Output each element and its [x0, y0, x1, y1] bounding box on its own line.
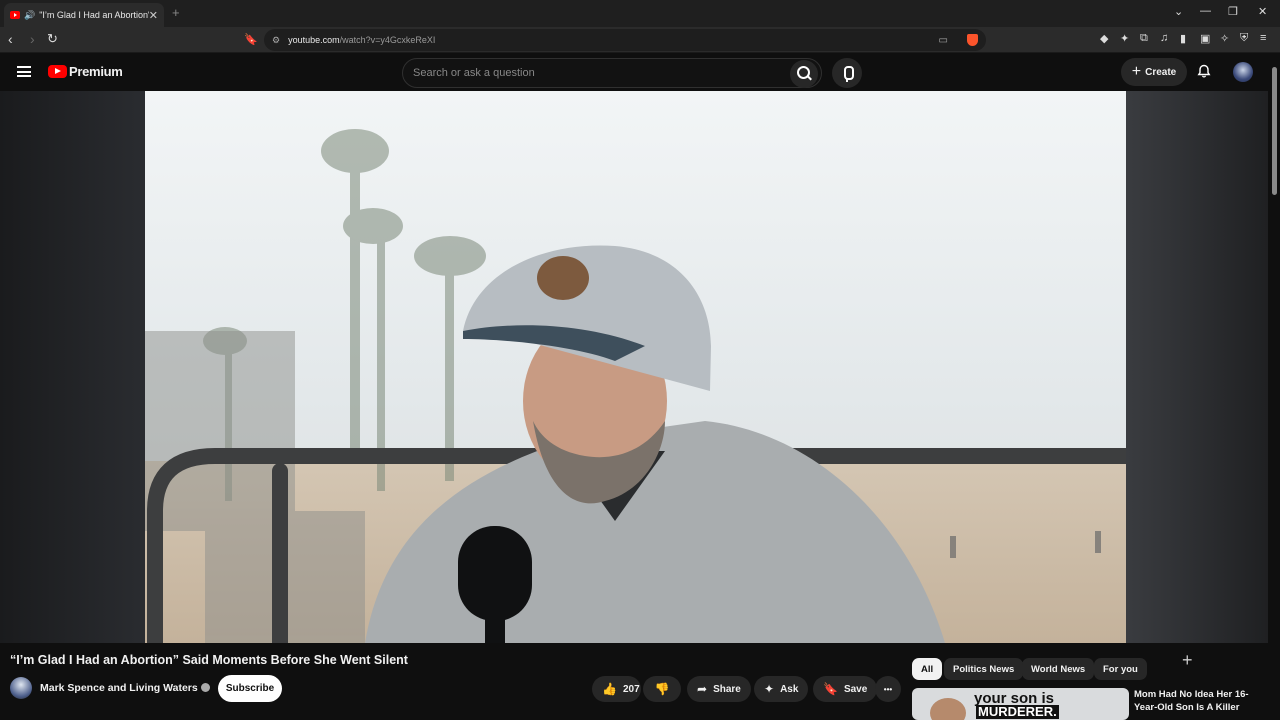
- more-actions-button[interactable]: •••: [875, 676, 901, 702]
- add-icon[interactable]: +: [1182, 650, 1193, 671]
- thumbnail-text-2: MURDERER.: [976, 704, 1059, 719]
- ask-button[interactable]: ✦ Ask: [754, 676, 809, 702]
- like-button[interactable]: 👍 207: [592, 676, 641, 702]
- thumbs-up-icon: 👍: [602, 682, 617, 696]
- dislike-button[interactable]: 👎: [643, 676, 681, 702]
- youtube-logo-icon[interactable]: [48, 65, 67, 78]
- reload-icon[interactable]: ↻: [47, 31, 58, 47]
- share-label: Share: [713, 683, 741, 695]
- recommended-thumbnail[interactable]: your son is MURDERER.: [912, 688, 1129, 720]
- bookmark-icon[interactable]: 🔖: [244, 33, 258, 46]
- sparkle-icon: ✦: [764, 682, 775, 696]
- audio-playing-icon[interactable]: 🔊: [24, 10, 35, 21]
- music-icon[interactable]: ♫: [1160, 32, 1168, 44]
- chip-world-news[interactable]: World News: [1022, 658, 1095, 680]
- cast-icon[interactable]: ▭: [939, 35, 948, 46]
- notifications-icon[interactable]: [1197, 64, 1211, 78]
- page-scrollbar[interactable]: [1270, 55, 1280, 720]
- site-info-icon[interactable]: ⚙: [272, 35, 280, 46]
- vpn-shield-icon[interactable]: ⛨: [1240, 32, 1248, 45]
- tab-close-icon[interactable]: ✕: [149, 9, 158, 22]
- url-path: /watch?v=y4GcxkeReXI: [339, 35, 436, 45]
- save-label: Save: [843, 683, 868, 695]
- wallet-icon[interactable]: ▣: [1200, 32, 1210, 45]
- bookmark-save-icon: 🔖: [823, 682, 838, 696]
- brand-label[interactable]: Premium: [69, 64, 123, 79]
- menu-icon[interactable]: ≡: [1260, 32, 1266, 44]
- like-count: 207: [622, 683, 640, 695]
- channel-avatar[interactable]: [10, 677, 32, 699]
- chip-politics-news[interactable]: Politics News: [944, 658, 1024, 680]
- account-avatar[interactable]: [1233, 62, 1253, 82]
- ambient-left: [0, 91, 145, 643]
- video-player[interactable]: [145, 91, 1126, 643]
- url-host: youtube.com: [288, 35, 340, 45]
- forward-icon[interactable]: ›: [30, 31, 35, 47]
- video-frame: [145, 91, 1126, 643]
- search-icon[interactable]: [790, 60, 818, 88]
- close-window-button[interactable]: ✕: [1258, 5, 1267, 18]
- thumbs-down-icon: 👎: [654, 682, 670, 696]
- recommended-title[interactable]: Mom Had No Idea Her 16-Year-Old Son Is A…: [1134, 688, 1264, 714]
- leo-ai-icon[interactable]: ✧: [1220, 32, 1229, 45]
- ambient-right: [1126, 91, 1268, 643]
- voice-search-icon[interactable]: [832, 58, 862, 88]
- browser-tab[interactable]: 🔊 "I’m Glad I Had an Abortion" ✕: [4, 3, 164, 27]
- brave-shield-icon[interactable]: [967, 34, 978, 46]
- ai-extension-icon[interactable]: ◆: [1100, 32, 1108, 45]
- extensions-icon[interactable]: ⧉: [1140, 32, 1148, 45]
- scrollbar-thumb[interactable]: [1272, 67, 1277, 195]
- tab-search-icon[interactable]: ⌄: [1174, 5, 1183, 18]
- create-button[interactable]: + Create: [1121, 58, 1187, 86]
- maximize-button[interactable]: ❐: [1228, 5, 1238, 18]
- share-icon: ➦: [697, 682, 708, 696]
- plus-icon: +: [1131, 63, 1142, 80]
- sidebar-icon[interactable]: ▮: [1180, 32, 1186, 45]
- guide-menu-icon[interactable]: [17, 66, 31, 77]
- search-input[interactable]: Search or ask a question: [402, 58, 822, 88]
- chip-all[interactable]: All: [912, 658, 943, 680]
- channel-name[interactable]: Mark Spence and Living Waters: [40, 682, 210, 694]
- youtube-header: Premium Search or ask a question + Creat…: [0, 53, 1280, 91]
- save-button[interactable]: 🔖 Save: [813, 676, 878, 702]
- address-bar[interactable]: ⚙ youtube.com/watch?v=y4GcxkeReXI ▭: [264, 29, 986, 51]
- youtube-favicon-icon: [10, 11, 20, 19]
- video-title: “I’m Glad I Had an Abortion” Said Moment…: [10, 653, 408, 667]
- thumbnail-face: [930, 698, 966, 720]
- channel-name-label: Mark Spence and Living Waters: [40, 682, 198, 694]
- subscribe-button[interactable]: Subscribe: [218, 675, 282, 702]
- share-button[interactable]: ➦ Share: [687, 676, 751, 702]
- chip-for-you[interactable]: For you: [1094, 658, 1147, 680]
- verified-icon: [200, 683, 210, 692]
- minimize-button[interactable]: —: [1200, 5, 1211, 17]
- rewards-icon[interactable]: ✦: [1120, 32, 1129, 45]
- ask-label: Ask: [780, 683, 799, 695]
- back-icon[interactable]: ‹: [8, 31, 13, 47]
- browser-tab-bar: 🔊 "I’m Glad I Had an Abortion" ✕ + ⌄ — ❐…: [0, 0, 1280, 27]
- create-label: Create: [1145, 66, 1177, 78]
- tab-title: "I’m Glad I Had an Abortion": [39, 10, 149, 20]
- browser-toolbar: ‹ › ↻ 🔖 ⚙ youtube.com/watch?v=y4GcxkeReX…: [0, 27, 1280, 53]
- new-tab-button[interactable]: +: [172, 5, 180, 20]
